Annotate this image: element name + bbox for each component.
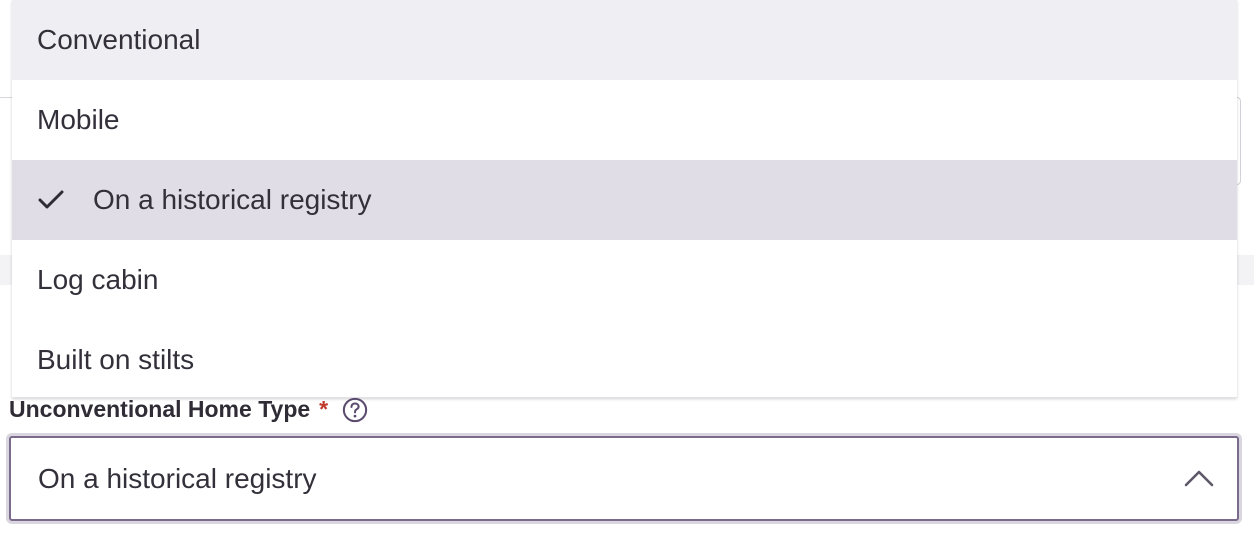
option-label: Built on stilts (37, 344, 195, 375)
option-built-on-stilts[interactable]: Built on stilts (12, 320, 1237, 400)
required-indicator: * (319, 396, 329, 422)
option-label: Log cabin (37, 264, 159, 295)
option-label: On a historical registry (93, 184, 372, 215)
option-label: Conventional (37, 24, 201, 55)
option-on-a-historical-registry[interactable]: On a historical registry (12, 160, 1237, 240)
checkmark-icon (37, 186, 65, 214)
field-label: Unconventional Home Type (9, 396, 311, 422)
chevron-up-icon[interactable] (1183, 466, 1215, 490)
option-log-cabin[interactable]: Log cabin (12, 240, 1237, 320)
field-label-row: Unconventional Home Type * (9, 396, 368, 423)
select-value: On a historical registry (38, 462, 317, 494)
home-type-select[interactable]: On a historical registry (9, 436, 1239, 521)
dropdown-menu: Conventional Mobile On a historical regi… (12, 0, 1237, 398)
option-label: Mobile (37, 104, 120, 135)
option-conventional[interactable]: Conventional (12, 0, 1237, 80)
option-mobile[interactable]: Mobile (12, 80, 1237, 160)
question-circle-icon[interactable] (342, 397, 368, 423)
